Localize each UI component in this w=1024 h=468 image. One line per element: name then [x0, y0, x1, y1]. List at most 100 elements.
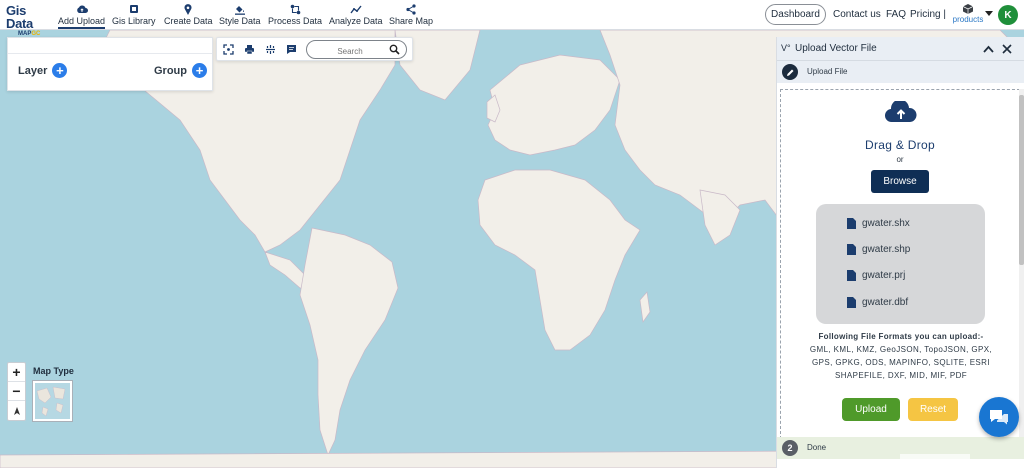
list-item[interactable]: gwater.prj	[847, 270, 905, 281]
nav-label: Create Data	[164, 16, 213, 26]
faq-link[interactable]: FAQ	[886, 9, 906, 20]
nav-label: Process Data	[268, 16, 323, 26]
chevron-up-icon	[982, 45, 994, 53]
or-label: or	[896, 155, 904, 164]
upload-panel-header: V° Upload Vector File	[777, 37, 1024, 61]
nav-label: Add Upload	[58, 15, 106, 29]
upload-cloud-icon	[885, 101, 917, 123]
search-icon[interactable]	[389, 44, 400, 55]
nav-gis-library[interactable]: Gis Library	[112, 3, 156, 27]
attribution[interactable]	[900, 454, 970, 468]
file-dropzone[interactable]: Drag & Drop or Browse gwater.shx gwater.…	[780, 89, 1020, 439]
nav-label: Style Data	[219, 16, 261, 26]
reset-button[interactable]: Reset	[908, 398, 958, 421]
step-number-badge: 2	[782, 440, 798, 456]
map-type-label: Map Type	[33, 366, 74, 376]
map-toolbar	[216, 37, 413, 61]
products-label: products	[952, 15, 984, 24]
file-name: gwater.dbf	[862, 297, 909, 308]
nav-style-data[interactable]: Style Data	[219, 3, 261, 27]
comment-icon[interactable]	[285, 43, 298, 56]
chat-icon	[990, 410, 1008, 425]
browse-button[interactable]: Browse	[871, 170, 929, 193]
supported-formats: Following File Formats you can upload:- …	[791, 331, 1011, 382]
contact-link[interactable]: Contact us	[833, 9, 881, 20]
file-name: gwater.shx	[862, 218, 910, 229]
list-item[interactable]: gwater.dbf	[847, 297, 908, 308]
share-icon	[404, 3, 418, 15]
formats-line: GML, KML, KMZ, GeoJSON, TopoJSON, GPX,	[809, 345, 993, 354]
close-button[interactable]	[1000, 42, 1014, 56]
step-label: Done	[807, 443, 827, 452]
upload-button[interactable]: Upload	[842, 398, 900, 421]
paint-bucket-icon	[233, 3, 247, 15]
dashboard-button[interactable]: Dashboard	[765, 4, 826, 25]
add-group-button[interactable]: +	[192, 63, 207, 78]
chevron-down-icon[interactable]	[985, 11, 993, 16]
analyze-icon	[349, 3, 363, 15]
nav-label: Gis Library	[112, 16, 156, 26]
pricing-link[interactable]: Pricing |	[910, 9, 946, 20]
zoom-in-button[interactable]: +	[8, 363, 25, 382]
search-input[interactable]	[312, 43, 388, 60]
selected-files-list: gwater.shx gwater.shp gwater.prj gwater.…	[816, 204, 985, 324]
file-icon	[847, 244, 856, 255]
products-menu[interactable]: products	[951, 3, 985, 25]
nav-share-map[interactable]: Share Map	[389, 3, 433, 27]
search-field	[306, 40, 407, 60]
formats-heading: Following File Formats you can upload:-	[818, 332, 984, 341]
formats-line: SHAPEFILE, DXF, MID, MIF, PDF	[834, 371, 968, 380]
chat-widget-button[interactable]	[979, 397, 1019, 437]
avatar[interactable]: K	[998, 5, 1018, 25]
fullscreen-icon[interactable]	[222, 43, 235, 56]
nav-create-data[interactable]: Create Data	[164, 3, 213, 27]
reset-north-button[interactable]	[8, 401, 25, 420]
file-name: gwater.prj	[862, 270, 906, 281]
list-item[interactable]: gwater.shp	[847, 244, 910, 255]
brand-logo[interactable]: Gis Data MAPGC	[6, 4, 54, 38]
zoom-out-button[interactable]: −	[8, 382, 25, 401]
group-row: Group +	[154, 63, 207, 78]
scrollbar-thumb[interactable]	[1019, 95, 1024, 265]
layer-row: Layer +	[18, 63, 68, 78]
panel-scrollbar[interactable]	[1019, 89, 1024, 441]
add-layer-button[interactable]: +	[52, 63, 68, 78]
formats-line: GPS, GPKG, ODS, MAPINFO, SQLITE, ESRI	[812, 358, 990, 367]
nav-label: Analyze Data	[329, 16, 383, 26]
nav-analyze-data[interactable]: Analyze Data	[329, 3, 383, 27]
file-icon	[847, 270, 856, 281]
brand-sub: MAPGC	[18, 31, 41, 37]
map-pin-icon	[181, 3, 195, 15]
process-icon	[288, 3, 302, 15]
measure-icon[interactable]	[264, 43, 277, 56]
zoom-controls: + −	[7, 362, 26, 421]
print-icon[interactable]	[243, 43, 256, 56]
collapse-button[interactable]	[981, 42, 995, 56]
vector-icon: V°	[781, 43, 791, 53]
list-item[interactable]: gwater.shx	[847, 218, 910, 229]
close-icon	[1002, 44, 1012, 54]
file-icon	[847, 218, 856, 229]
cloud-upload-icon	[75, 3, 89, 15]
layer-panel: Layer + Group +	[7, 37, 213, 91]
brand-name: Gis Data	[6, 3, 33, 31]
layer-label: Layer	[18, 64, 48, 77]
file-name: gwater.shp	[862, 244, 911, 255]
library-icon	[127, 3, 141, 15]
group-label: Group	[154, 64, 187, 77]
nav-process-data[interactable]: Process Data	[268, 3, 322, 27]
step-upload-file[interactable]: Upload File	[777, 61, 1024, 83]
nav-label: Share Map	[389, 16, 434, 26]
file-icon	[847, 297, 856, 308]
drag-drop-title: Drag & Drop	[865, 138, 935, 152]
cube-icon	[962, 4, 974, 14]
nav-add-upload[interactable]: Add Upload	[58, 3, 106, 29]
layer-panel-header	[8, 38, 212, 54]
step-label: Upload File	[807, 67, 848, 76]
north-arrow-icon	[13, 406, 20, 415]
top-navbar: Gis Data MAPGC Add Upload Gis Library Cr…	[0, 0, 1024, 37]
upload-panel-title: Upload Vector File	[795, 43, 877, 54]
map-thumbnail-image	[36, 386, 66, 417]
edit-icon	[782, 64, 798, 80]
map-type-thumbnail[interactable]	[33, 381, 72, 421]
